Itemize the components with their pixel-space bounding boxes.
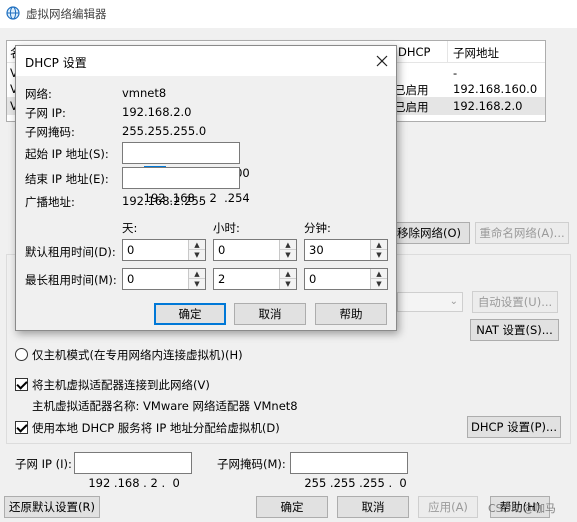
subnet-ip-field[interactable]: 192 .168 . 2 . 0: [74, 452, 192, 490]
up-arrow-icon[interactable]: ▲: [371, 240, 387, 250]
end-ip-label: 结束 IP 地址(E):: [25, 172, 109, 186]
table-cell-dhcp: 已启用: [394, 83, 429, 97]
ip-octet: 2: [150, 476, 158, 490]
down-arrow-icon[interactable]: ▼: [280, 250, 296, 260]
table-cell-dhcp: 已启用: [394, 100, 429, 114]
dialog-cancel-button[interactable]: 取消: [234, 303, 306, 325]
dhcp-settings-button[interactable]: DHCP 设置(P)...: [467, 416, 561, 438]
spinner-arrows[interactable]: ▲ ▼: [370, 240, 387, 260]
cancel-button[interactable]: 取消: [337, 496, 409, 518]
host-only-radio[interactable]: [15, 348, 28, 361]
spinner-value: 0: [309, 272, 317, 286]
spinner-arrows[interactable]: ▲ ▼: [279, 240, 296, 260]
col-hours-header: 小时:: [213, 221, 240, 235]
ip-octet: 168: [117, 476, 140, 490]
up-arrow-icon[interactable]: ▲: [371, 269, 387, 279]
use-dhcp-checkbox[interactable]: [15, 421, 28, 434]
spinner-arrows[interactable]: ▲ ▼: [370, 269, 387, 289]
default-lease-label: 默认租用时间(D):: [25, 245, 116, 259]
down-arrow-icon[interactable]: ▼: [371, 279, 387, 289]
dialog-ok-button[interactable]: 确定: [154, 303, 226, 325]
start-ip-field[interactable]: 192 .168 . 2 .100: [122, 142, 250, 180]
down-arrow-icon[interactable]: ▼: [371, 250, 387, 260]
broadcast-value: 192.168.2.255: [122, 194, 207, 208]
col-minutes-header: 分钟:: [304, 221, 331, 235]
subnet-mask-label: 子网掩码:: [25, 125, 75, 139]
ip-octet: 255: [362, 476, 385, 490]
spinner-value: 2: [218, 272, 226, 286]
col-days-header: 天:: [122, 221, 138, 235]
up-arrow-icon[interactable]: ▲: [189, 240, 205, 250]
broadcast-label: 广播地址:: [25, 195, 75, 209]
max-lease-minutes-spinner[interactable]: 0 ▲ ▼: [304, 268, 388, 290]
down-arrow-icon[interactable]: ▼: [280, 279, 296, 289]
up-arrow-icon[interactable]: ▲: [280, 269, 296, 279]
table-column-divider: [447, 41, 448, 63]
network-value: vmnet8: [122, 86, 167, 100]
connect-adapter-label: 将主机虚拟适配器连接到此网络(V): [32, 378, 210, 392]
connect-adapter-checkbox[interactable]: [15, 378, 28, 391]
apply-button[interactable]: 应用(A): [418, 496, 478, 518]
adapter-name-text: 主机虚拟适配器名称: VMware 网络适配器 VMnet8: [32, 399, 298, 413]
down-arrow-icon[interactable]: ▼: [189, 250, 205, 260]
table-cell-subnet: 192.168.2.0: [453, 99, 523, 113]
default-lease-days-spinner[interactable]: 0 ▲ ▼: [122, 239, 206, 261]
up-arrow-icon[interactable]: ▲: [189, 269, 205, 279]
start-ip-label: 起始 IP 地址(S):: [25, 147, 109, 161]
end-ip-field[interactable]: 192 .168 . 2 .254: [122, 167, 250, 205]
auto-settings-button[interactable]: 自动设置(U)...: [472, 291, 558, 313]
close-icon[interactable]: [370, 49, 394, 73]
subnet-mask-value: 255.255.255.0: [122, 124, 207, 138]
table-header-dhcp: DHCP: [398, 45, 431, 59]
host-only-radio-label: 仅主机模式(在专用网络内连接虚拟机)(H): [32, 348, 243, 362]
default-lease-minutes-spinner[interactable]: 30 ▲ ▼: [304, 239, 388, 261]
spinner-arrows[interactable]: ▲ ▼: [188, 240, 205, 260]
network-globe-icon: [6, 6, 20, 20]
rename-network-button[interactable]: 重命名网络(A)...: [475, 222, 569, 244]
subnet-mask-field[interactable]: 255 .255 .255 . 0: [290, 452, 408, 490]
spinner-value: 0: [127, 243, 135, 257]
ip-octet: 0: [399, 476, 407, 490]
spinner-value: 0: [218, 243, 226, 257]
max-lease-label: 最长租用时间(M):: [25, 273, 117, 287]
ip-octet: 254: [227, 191, 250, 205]
remove-network-button[interactable]: 移除网络(O): [388, 222, 470, 244]
max-lease-hours-spinner[interactable]: 2 ▲ ▼: [213, 268, 297, 290]
dialog-title: DHCP 设置: [25, 56, 87, 70]
spinner-value: 0: [127, 272, 135, 286]
spinner-arrows[interactable]: ▲ ▼: [188, 269, 205, 289]
ip-octet: 255: [333, 476, 356, 490]
subnet-ip-value: 192.168.2.0: [122, 105, 192, 119]
table-header-subnet: 子网地址: [453, 46, 499, 60]
ip-octet: 255: [304, 476, 327, 490]
down-arrow-icon[interactable]: ▼: [189, 279, 205, 289]
spinner-value: 30: [309, 243, 324, 257]
nat-settings-button[interactable]: NAT 设置(S)...: [470, 319, 559, 341]
subnet-mask-label: 子网掩码(M):: [217, 457, 286, 471]
ip-octet: 192: [88, 476, 111, 490]
dialog-help-button[interactable]: 帮助: [315, 303, 387, 325]
use-dhcp-label: 使用本地 DHCP 服务将 IP 地址分配给虚拟机(D): [32, 421, 280, 435]
network-label: 网络:: [25, 87, 52, 101]
spinner-arrows[interactable]: ▲ ▼: [279, 269, 296, 289]
dhcp-settings-dialog: DHCP 设置 网络: vmnet8 子网 IP: 192.168.2.0 子网…: [15, 45, 397, 331]
ip-octet: 0: [172, 476, 180, 490]
subnet-ip-label: 子网 IP (I):: [15, 457, 72, 471]
window-title: 虚拟网络编辑器: [26, 7, 107, 21]
restore-defaults-button[interactable]: 还原默认设置(R): [4, 496, 100, 518]
table-cell-subnet: -: [453, 66, 458, 80]
table-cell-subnet: 192.168.160.0: [453, 82, 538, 96]
up-arrow-icon[interactable]: ▲: [280, 240, 296, 250]
max-lease-days-spinner[interactable]: 0 ▲ ▼: [122, 268, 206, 290]
bridge-adapter-select[interactable]: ⌄: [397, 292, 463, 312]
watermark-text: CSDN @咖马: [488, 502, 556, 515]
default-lease-hours-spinner[interactable]: 0 ▲ ▼: [213, 239, 297, 261]
subnet-ip-label: 子网 IP:: [25, 106, 66, 120]
ip-octet: 2: [209, 191, 217, 205]
chevron-down-icon: ⌄: [449, 296, 458, 307]
ok-button[interactable]: 确定: [256, 496, 328, 518]
